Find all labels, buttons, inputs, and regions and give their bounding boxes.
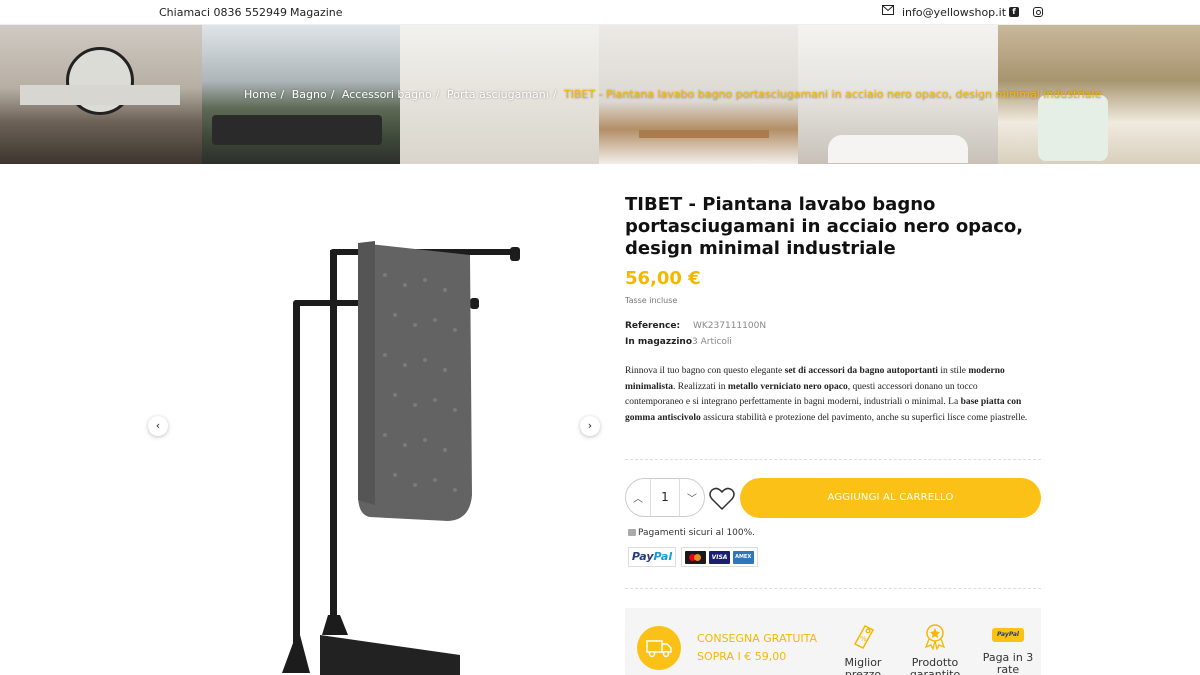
product-image[interactable]: [170, 195, 582, 675]
free-shipping-line2: SOPRA I € 59,00: [697, 650, 787, 663]
breadcrumb-porta-asciugamani[interactable]: Porta asciugamani: [447, 88, 549, 101]
credit-cards-logos: VISA AMEX: [681, 547, 758, 567]
visa-icon: VISA: [708, 550, 730, 564]
breadcrumb-current: TIBET - Piantana lavabo bagno portasciug…: [564, 88, 1102, 101]
product-title: TIBET - Piantana lavabo bagno portasciug…: [625, 194, 1024, 259]
reference-value: WK237111100N: [693, 321, 767, 331]
breadcrumb: Home / Bagno / Accessori bagno / Porta asci…: [244, 88, 1102, 101]
feature-best-price: % Miglior prezzo: [833, 622, 893, 675]
paypal-icon: PayPal: [992, 628, 1024, 642]
magazine-link[interactable]: Magazine: [290, 6, 343, 19]
quantity-stepper: ︿ 1 ﹀: [625, 478, 705, 517]
divider: [625, 588, 1041, 589]
phone-link[interactable]: Chiamaci 0836 552949: [159, 6, 287, 19]
feature-pay-in-3: PayPal Paga in 3 rate: [978, 622, 1038, 675]
truck-icon: [637, 626, 681, 670]
reference-label: Reference:: [625, 321, 681, 331]
lock-icon: [628, 529, 636, 536]
quantity-input[interactable]: 1: [650, 478, 680, 517]
instagram-icon[interactable]: [1033, 7, 1043, 17]
email-link[interactable]: info@yellowshop.it: [902, 6, 1006, 19]
amex-icon: AMEX: [732, 550, 754, 564]
secure-payments: Pagamenti sicuri al 100%.: [628, 528, 755, 538]
top-bar: Chiamaci 0836 552949 Magazine info@yello…: [0, 0, 1200, 25]
feature-guaranteed: Prodotto garantito: [905, 622, 965, 675]
free-shipping-text: CONSEGNA GRATUITA SOPRA I € 59,00: [697, 630, 817, 666]
paypal-logo: PayPal: [628, 547, 676, 567]
product-price: 56,00 €: [625, 268, 701, 289]
divider: [625, 459, 1041, 460]
stock-label: In magazzino: [625, 337, 693, 347]
tax-note: Tasse incluse: [625, 296, 678, 305]
breadcrumb-home[interactable]: Home: [244, 88, 276, 101]
add-to-cart-button[interactable]: AGGIUNGI AL CARRELLO: [740, 478, 1041, 518]
free-shipping-line1: CONSEGNA GRATUITA: [697, 632, 818, 645]
breadcrumb-bagno[interactable]: Bagno: [292, 88, 327, 101]
facebook-icon[interactable]: f: [1009, 7, 1019, 17]
banner-living-room-image: [0, 25, 202, 164]
award-badge-icon: [924, 624, 946, 651]
next-image-button[interactable]: ›: [580, 416, 600, 436]
svg-text:%: %: [860, 635, 867, 643]
quantity-decrease-button[interactable]: ﹀: [680, 490, 704, 505]
price-tag-icon: %: [853, 625, 875, 649]
stock-value: 3 Articoli: [692, 337, 732, 347]
mail-icon: [882, 5, 894, 15]
quantity-increase-button[interactable]: ︿: [626, 490, 650, 505]
breadcrumb-accessori-bagno[interactable]: Accessori bagno: [342, 88, 432, 101]
previous-image-button[interactable]: ‹: [148, 416, 168, 436]
wishlist-heart-icon[interactable]: [709, 487, 735, 511]
mastercard-icon: [685, 550, 707, 564]
product-description: Rinnova il tuo bagno con questo elegante…: [625, 366, 1028, 423]
